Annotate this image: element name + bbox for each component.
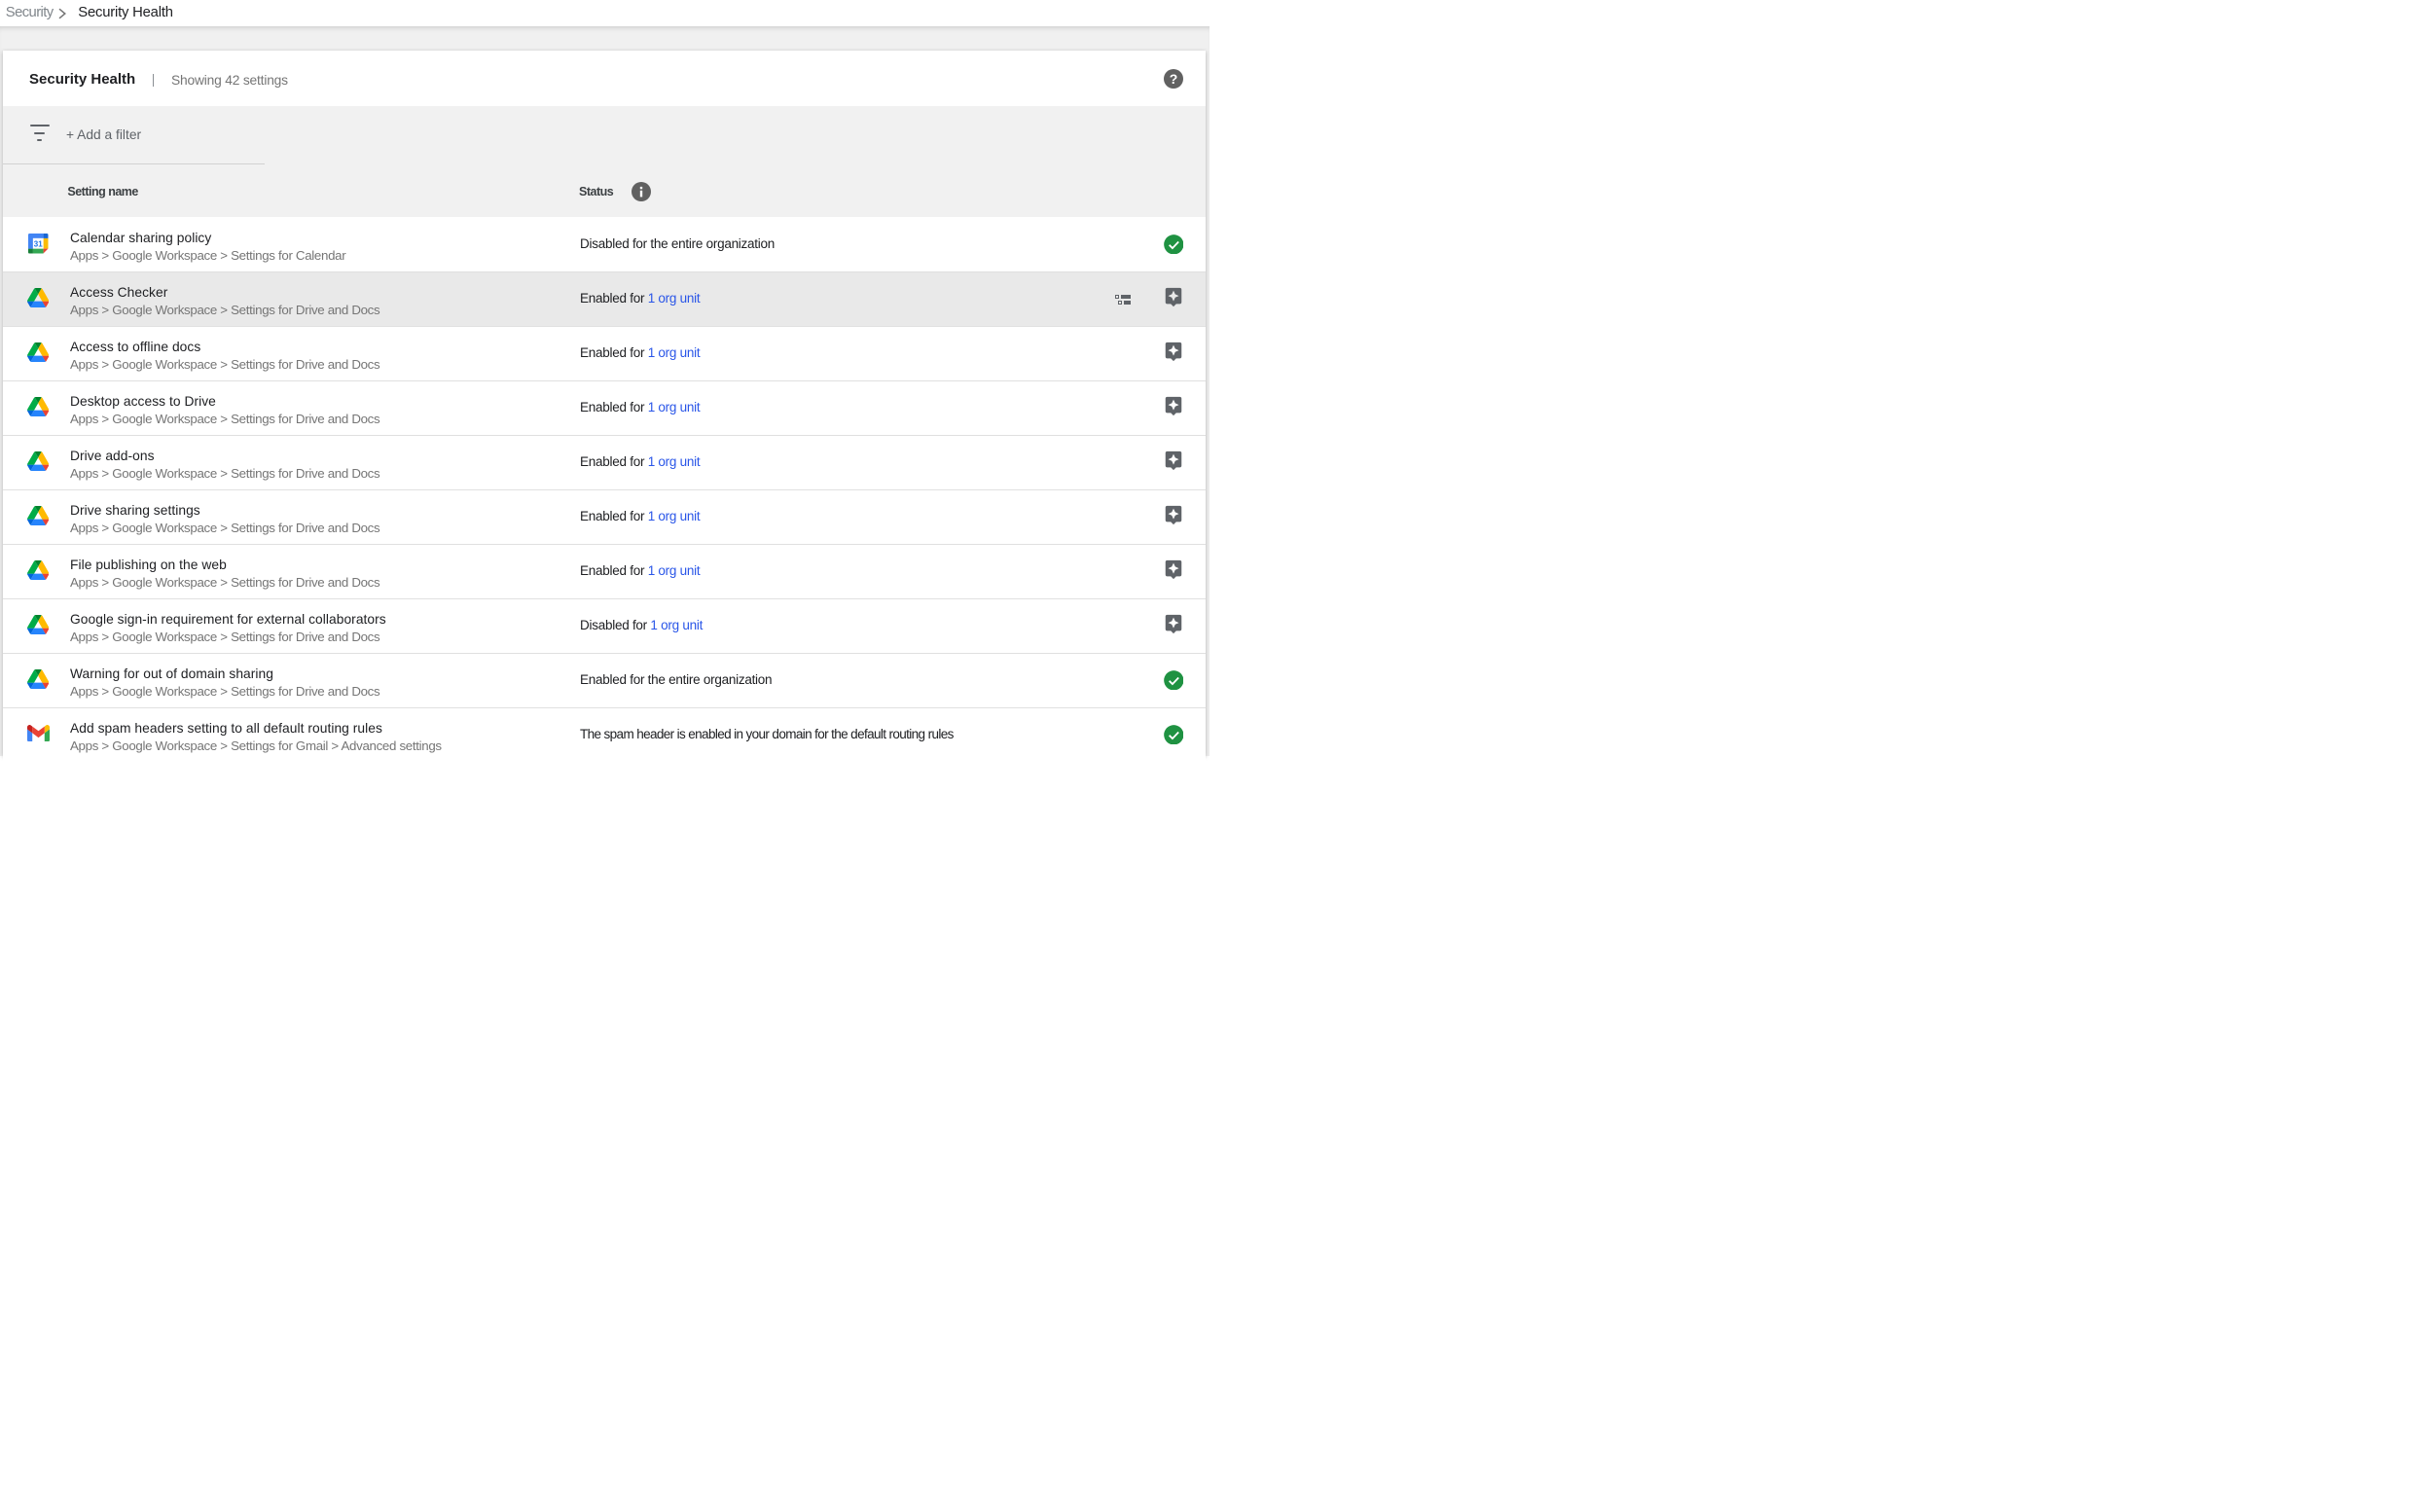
svg-text:31: 31 <box>34 239 43 248</box>
